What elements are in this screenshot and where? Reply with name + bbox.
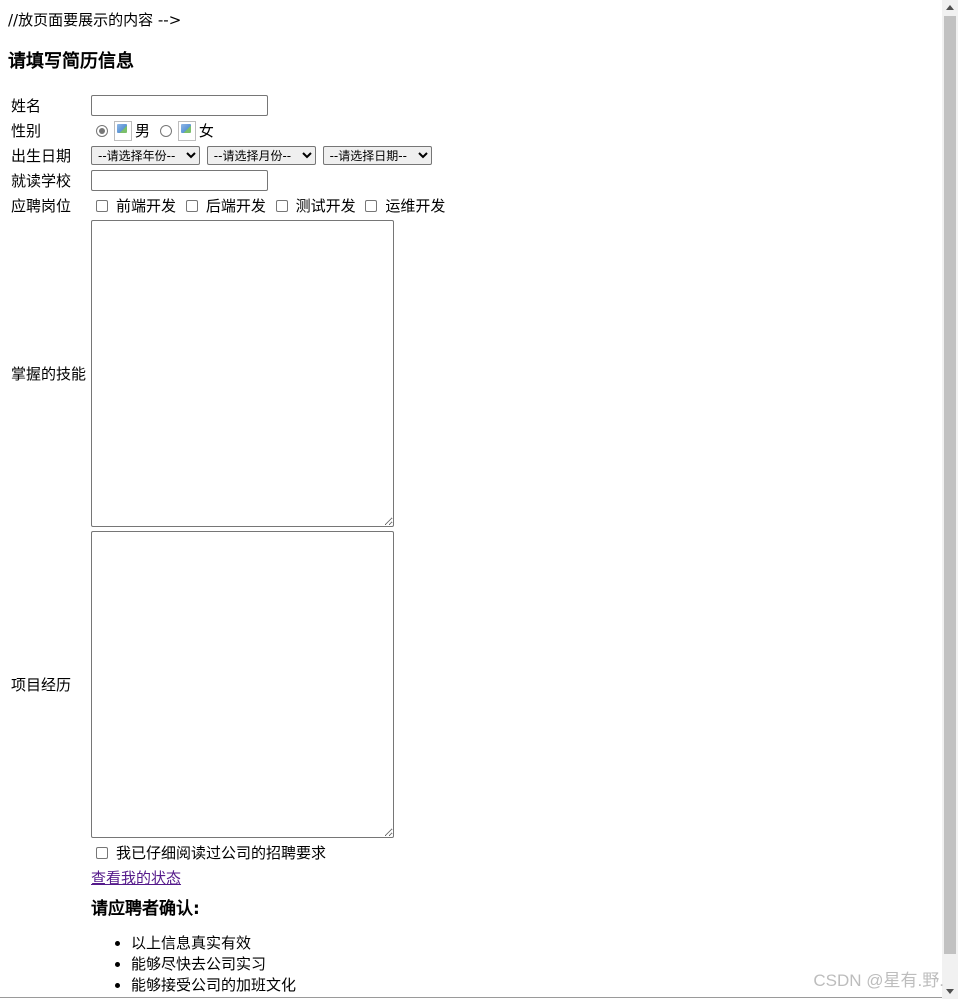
- confirm-list: 以上信息真实有效 能够尽快去公司实习 能够接受公司的加班文化: [91, 933, 445, 996]
- position-frontend-label: 前端开发: [116, 197, 177, 215]
- position-backend-label: 后端开发: [205, 197, 266, 215]
- gender-male-option[interactable]: 男: [91, 120, 150, 141]
- agree-label: 我已仔细阅读过公司的招聘要求: [116, 844, 327, 862]
- vertical-scrollbar[interactable]: [942, 0, 958, 999]
- position-testing-checkbox[interactable]: [275, 199, 288, 212]
- position-testing-label: 测试开发: [295, 197, 356, 215]
- female-image-icon: [177, 120, 196, 141]
- skills-label: 掌握的技能: [11, 365, 87, 383]
- gender-female-label: 女: [198, 122, 214, 140]
- name-input[interactable]: [91, 95, 269, 116]
- day-select[interactable]: --请选择日期--: [322, 146, 432, 166]
- empty-cell: [10, 866, 88, 997]
- resume-form-table: 姓名 性别 男 女 出生日期 --请选择年份-- --请选择月份-- --请选择…: [8, 92, 448, 999]
- comment-text: //放页面要展示的内容 -->: [8, 11, 182, 29]
- birth-label: 出生日期: [11, 147, 72, 165]
- gender-label: 性别: [11, 122, 42, 140]
- position-backend-option[interactable]: 后端开发: [181, 195, 266, 216]
- list-item: 以上信息真实有效: [131, 933, 445, 954]
- project-label: 项目经历: [11, 676, 72, 694]
- school-input[interactable]: [91, 170, 269, 191]
- gender-female-radio[interactable]: [159, 124, 172, 137]
- position-frontend-checkbox[interactable]: [96, 199, 109, 212]
- gender-male-label: 男: [135, 122, 151, 140]
- list-item: 能够尽快去公司实习: [131, 954, 445, 975]
- empty-cell: [10, 841, 88, 864]
- project-textarea[interactable]: [91, 531, 395, 838]
- view-status-link[interactable]: 查看我的状态: [91, 869, 181, 887]
- watermark: CSDN @星有.野.: [813, 971, 944, 990]
- position-frontend-option[interactable]: 前端开发: [91, 195, 176, 216]
- year-select[interactable]: --请选择年份--: [91, 146, 201, 166]
- position-backend-checkbox[interactable]: [185, 199, 198, 212]
- agree-checkbox[interactable]: [96, 846, 109, 859]
- page: //放页面要展示的内容 --> 请填写简历信息 姓名 性别 男 女 出生日期 -…: [0, 0, 942, 999]
- name-label: 姓名: [11, 97, 42, 115]
- position-ops-option[interactable]: 运维开发: [360, 195, 445, 216]
- school-label: 就读学校: [11, 172, 72, 190]
- skills-textarea[interactable]: [91, 220, 395, 527]
- month-select[interactable]: --请选择月份--: [206, 146, 316, 166]
- gender-female-option[interactable]: 女: [155, 120, 214, 141]
- position-ops-checkbox[interactable]: [365, 199, 378, 212]
- confirm-heading: 请应聘者确认:: [91, 899, 200, 919]
- scroll-down-icon[interactable]: [946, 989, 954, 994]
- page-title: 请填写简历信息: [8, 51, 134, 72]
- gender-male-radio[interactable]: [96, 124, 109, 137]
- scrollbar-thumb[interactable]: [944, 16, 956, 954]
- window-bottom-edge: [0, 997, 942, 998]
- position-testing-option[interactable]: 测试开发: [271, 195, 356, 216]
- male-image-icon: [114, 120, 133, 141]
- position-ops-label: 运维开发: [385, 197, 446, 215]
- list-item: 能够接受公司的加班文化: [131, 975, 445, 996]
- agree-option[interactable]: 我已仔细阅读过公司的招聘要求: [91, 842, 326, 863]
- scroll-up-icon[interactable]: [946, 5, 954, 10]
- position-label: 应聘岗位: [11, 197, 72, 215]
